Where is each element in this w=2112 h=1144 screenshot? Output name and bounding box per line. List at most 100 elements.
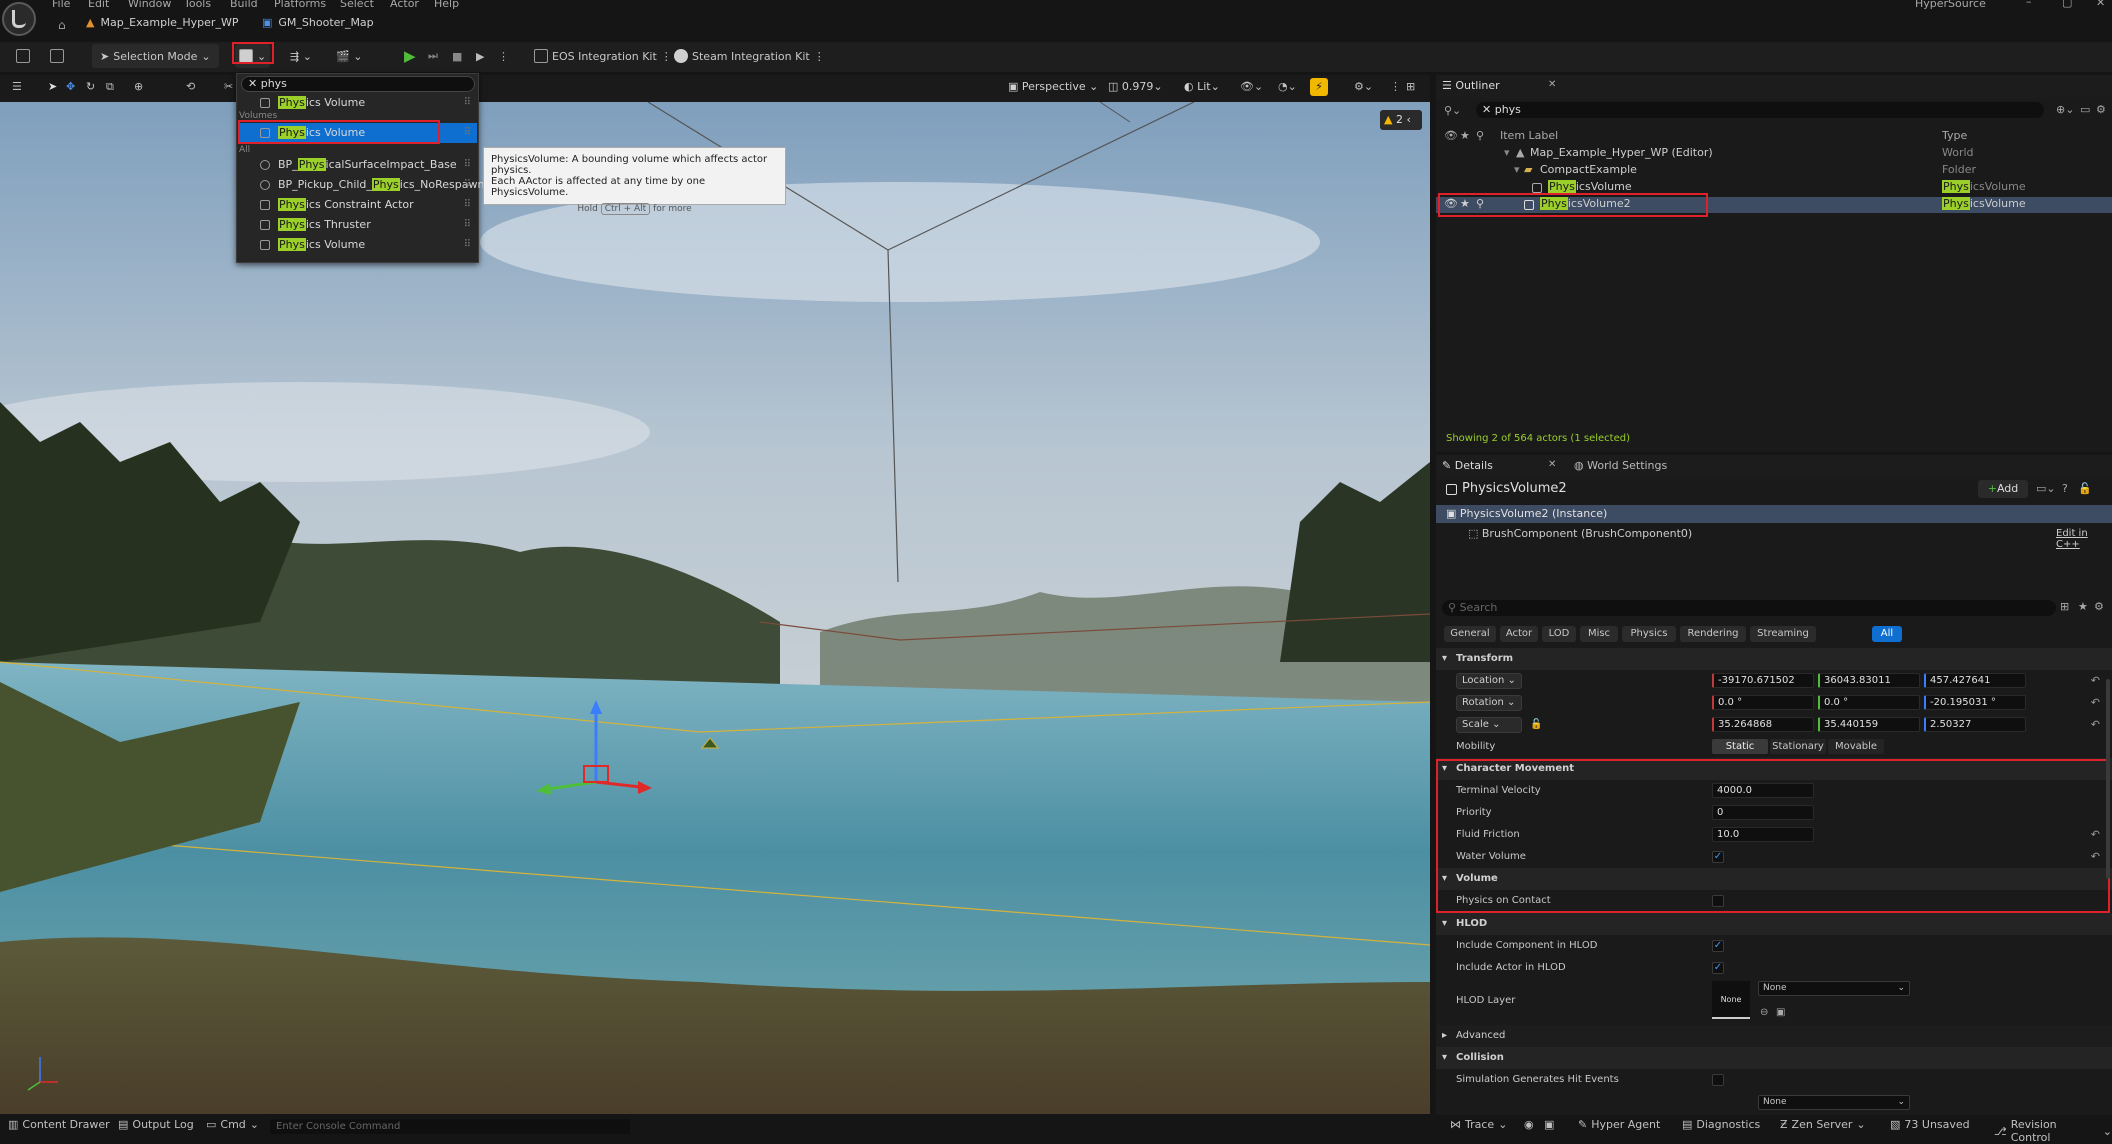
more-options-icon[interactable]: ⋮ <box>494 46 513 66</box>
filter-tab-streaming[interactable]: Streaming <box>1750 626 1816 642</box>
menu-actor[interactable]: Actor <box>390 0 419 10</box>
step-icon[interactable]: ⏭ <box>424 46 442 66</box>
menu-edit[interactable]: Edit <box>88 0 109 10</box>
filter-tab-misc[interactable]: Misc <box>1580 626 1618 642</box>
drag-grip-icon[interactable]: ⠿ <box>464 123 471 143</box>
collapse-icon[interactable]: ▾ <box>1504 146 1510 159</box>
rotation-z-field[interactable]: -20.195031 ° <box>1924 695 2026 710</box>
scale-dropdown[interactable]: Scale ⌄ <box>1456 717 1522 733</box>
filter-tab-physics[interactable]: Physics <box>1622 626 1676 642</box>
filter-tab-lod[interactable]: LOD <box>1542 626 1576 642</box>
filter-icon[interactable]: ⚲⌄ <box>1444 104 1461 117</box>
save-icon[interactable] <box>12 46 34 66</box>
location-y-field[interactable]: 36043.83011 <box>1818 673 1920 688</box>
settings-gear-icon[interactable]: ⚙⌄ <box>1354 80 1373 93</box>
reset-icon[interactable]: ↶ <box>2091 714 2100 736</box>
list-item[interactable]: BP_PhysicalSurfaceImpact_Base ⠿ <box>239 155 477 175</box>
world-space-icon[interactable]: ⊕ <box>134 80 143 93</box>
browse-icon[interactable] <box>46 46 68 66</box>
scale-tool-icon[interactable]: ⧉ <box>106 80 114 94</box>
category-hlod[interactable]: ▾ HLOD <box>1436 913 2112 935</box>
steam-kit-button[interactable]: Steam Integration Kit ⋮ <box>670 46 829 66</box>
component-row[interactable]: ⬚ BrushComponent (BrushComponent0) <box>1436 525 2112 543</box>
mobility-stationary[interactable]: Stationary <box>1770 739 1826 754</box>
pin-icon[interactable]: ⚲ <box>1476 129 1484 142</box>
filter-tab-rendering[interactable]: Rendering <box>1680 626 1746 642</box>
details-search-input[interactable]: ⚲ Search <box>1442 600 2056 616</box>
menu-tools[interactable]: Tools <box>184 0 211 10</box>
cmd-dropdown[interactable]: ▭ Cmd ⌄ <box>206 1118 259 1131</box>
performance-icon[interactable]: ◔⌄ <box>1278 80 1297 93</box>
rotation-dropdown[interactable]: Rotation ⌄ <box>1456 695 1522 711</box>
menu-platforms[interactable]: Platforms <box>274 0 326 10</box>
mobility-static[interactable]: Static <box>1712 739 1768 754</box>
console-input[interactable]: Enter Console Command <box>270 1119 630 1134</box>
clear-search-icon[interactable]: ✕ <box>1482 103 1495 116</box>
location-z-field[interactable]: 457.427641 <box>1924 673 2026 688</box>
lock-scale-icon[interactable]: 🔓 <box>1530 714 1542 736</box>
play-icon[interactable]: ▶ <box>400 46 420 66</box>
translate-tool-icon[interactable]: ✥ <box>66 80 75 93</box>
scale-x-field[interactable]: 35.264868 <box>1712 717 1814 732</box>
dropdown-search-input[interactable]: ✕ phys <box>241 76 475 92</box>
actor-name[interactable]: PhysicsVolume2 <box>1462 481 1567 496</box>
include-component-checkbox[interactable]: ✓ <box>1712 940 1724 952</box>
screenshot-icon[interactable]: ▣ <box>1544 1118 1554 1131</box>
scale-y-field[interactable]: 35.440159 <box>1818 717 1920 732</box>
eject-icon[interactable]: ▶ <box>472 46 488 66</box>
tab-details[interactable]: ✎ Details <box>1442 459 1493 472</box>
drag-grip-icon[interactable]: ⠿ <box>464 175 471 195</box>
drag-grip-icon[interactable]: ⠿ <box>464 155 471 175</box>
home-icon[interactable]: ⌂ <box>58 18 66 32</box>
close-window-icon[interactable]: ✕ <box>2096 0 2105 9</box>
list-item[interactable]: Physics Constraint Actor ⠿ <box>239 195 477 215</box>
list-item[interactable]: BP_Pickup_Child_Physics_NoRespawn ⠿ <box>239 175 484 195</box>
select-tool-icon[interactable]: ➤ <box>48 80 57 93</box>
diagnostics-button[interactable]: ▤ Diagnostics <box>1682 1118 1760 1131</box>
blueprint-convert-icon[interactable]: ▭⌄ <box>2036 482 2056 495</box>
category-transform[interactable]: ▾ Transform <box>1436 648 2112 670</box>
lit-button[interactable]: ◐ Lit⌄ <box>1184 80 1220 93</box>
show-flags-icon[interactable]: 👁⌄ <box>1240 80 1263 93</box>
outliner-search-input[interactable]: ✕ phys <box>1476 102 2044 118</box>
component-instance-row[interactable]: ▣ PhysicsVolume2 (Instance) <box>1436 505 2112 523</box>
filter-tab-all[interactable]: All <box>1872 626 1902 642</box>
level-viewport[interactable]: ▲ 2 ‹ <box>0 102 1430 1114</box>
category-advanced[interactable]: ▸ Advanced <box>1436 1025 2112 1047</box>
collision-preset-dropdown[interactable]: None ⌄ <box>1758 1095 1910 1110</box>
filter-tab-actor[interactable]: Actor <box>1500 626 1538 642</box>
drag-grip-icon[interactable]: ⠿ <box>464 195 471 215</box>
close-tab-icon[interactable]: ✕ <box>1548 459 1556 470</box>
add-component-button[interactable]: +Add <box>1978 480 2028 498</box>
collapse-icon[interactable]: ▾ <box>1514 163 1520 176</box>
add-filter-icon[interactable]: ⊕⌄ <box>2056 103 2074 116</box>
stop-icon[interactable]: ■ <box>448 46 466 66</box>
tab-game-mode[interactable]: ▣ GM_Shooter_Map <box>262 12 374 32</box>
category-collision[interactable]: ▾ Collision <box>1436 1047 2112 1069</box>
drag-grip-icon[interactable]: ⠿ <box>464 235 471 255</box>
lock-icon[interactable]: 🔓 <box>2078 482 2092 495</box>
record-icon[interactable]: ◉ <box>1524 1118 1534 1131</box>
perspective-button[interactable]: ▣ Perspective ⌄ <box>1008 80 1098 93</box>
menu-file[interactable]: File <box>52 0 70 10</box>
drag-grip-icon[interactable]: ⠿ <box>464 215 471 235</box>
zen-server-button[interactable]: Ƶ Zen Server ⌄ <box>1780 1118 1866 1131</box>
filter-tab-general[interactable]: General <box>1444 626 1496 642</box>
minimize-icon[interactable]: – <box>2026 0 2032 8</box>
outliner-row-folder[interactable]: ▾ ▰ CompactExample Folder <box>1436 163 2112 179</box>
favorite-icon[interactable]: ★ <box>1460 129 1470 142</box>
tab-map[interactable]: ▲ Map_Example_Hyper_WP <box>86 12 238 32</box>
layout-icon[interactable]: ⊞ <box>1406 80 1415 93</box>
rotation-y-field[interactable]: 0.0 ° <box>1818 695 1920 710</box>
selection-mode-button[interactable]: ➤ Selection Mode ⌄ <box>92 44 219 68</box>
column-item-label[interactable]: Item Label <box>1500 129 1558 142</box>
reset-icon[interactable]: ↶ <box>2091 692 2100 714</box>
rotation-x-field[interactable]: 0.0 ° <box>1712 695 1814 710</box>
revision-control-button[interactable]: ⎇ Revision Control ⌄ <box>1994 1118 2112 1144</box>
clear-search-icon[interactable]: ✕ <box>248 77 261 90</box>
warnings-button[interactable]: ▲ 2 ‹ <box>1380 110 1422 130</box>
realtime-toggle-icon[interactable]: ⚡ <box>1310 78 1328 96</box>
trace-button[interactable]: ⋈ Trace ⌄ <box>1450 1118 1507 1131</box>
edit-cpp-link[interactable]: Edit in C++ <box>2056 528 2112 550</box>
close-tab-icon[interactable]: ✕ <box>1548 79 1556 90</box>
